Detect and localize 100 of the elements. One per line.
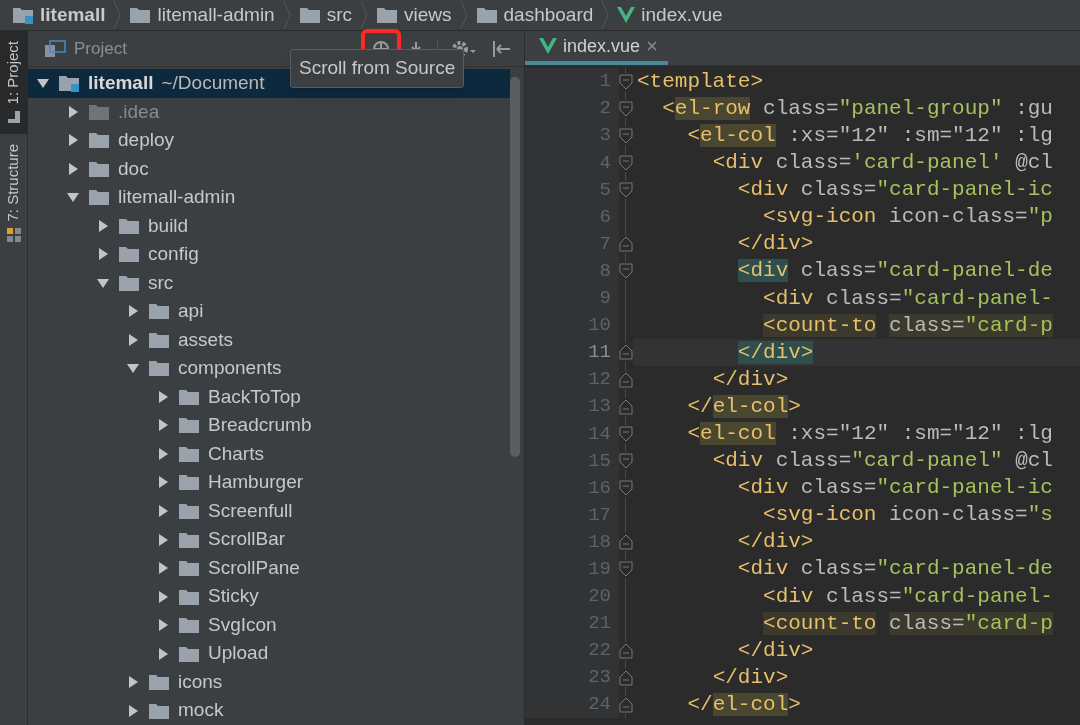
chevron-icon [360,1,368,29]
scrollbar-thumb[interactable] [510,77,520,457]
fold-marker-icon[interactable] [619,235,633,254]
tree-row[interactable]: ScrollBar [28,525,510,554]
fold-marker-icon[interactable] [619,262,633,281]
collapsed-arrow-icon[interactable] [66,104,80,119]
breadcrumb-item[interactable]: views [376,0,452,30]
fold-marker-icon[interactable] [619,343,633,362]
code-line: <svg-icon icon-class="p [762,204,1053,231]
fold-marker-icon[interactable] [619,424,633,443]
fold-marker-icon[interactable] [619,397,633,416]
tree-row[interactable]: components [28,354,510,383]
tool-window-tab[interactable]: 7: Structure [0,134,27,252]
structure-icon [6,227,21,242]
collapsed-arrow-icon[interactable] [156,589,170,604]
collapsed-arrow-icon[interactable] [156,532,170,547]
tree-label: deploy [118,128,174,153]
tree-label: .idea [118,99,160,124]
collapsed-arrow-icon[interactable] [66,133,80,148]
fold-marker-icon[interactable] [619,478,633,497]
tree-row[interactable]: api [28,297,510,326]
fold-marker-icon[interactable] [619,72,633,91]
collapsed-arrow-icon[interactable] [96,218,110,233]
code-line: <el-col :xs="12" :sm="12" :lg [686,122,1053,149]
collapsed-arrow-icon[interactable] [156,389,170,404]
tree-label: BackToTop [208,384,301,409]
code-line: </div> [736,637,814,664]
fold-marker-icon[interactable] [619,533,633,552]
tree-row[interactable]: assets [28,325,510,355]
project-view-icon [44,39,66,58]
tree-label: icons [178,669,223,694]
tool-window-tab[interactable]: 1: Project [0,31,27,135]
code-line: </el-col> [686,691,801,718]
collapsed-arrow-icon[interactable] [126,332,140,347]
collapsed-arrow-icon[interactable] [156,561,170,575]
line-number: 11 [588,340,611,366]
tree-row[interactable]: Upload [28,639,510,668]
tree-label: Breadcrumb [208,413,312,438]
code-line: </div> [711,664,789,691]
tree-row[interactable]: Screenfull [28,496,510,526]
tree-label: ScrollBar [208,527,286,552]
fold-marker-icon[interactable] [619,180,633,199]
breadcrumb-item[interactable]: litemall [12,0,106,30]
collapsed-arrow-icon[interactable] [156,475,170,490]
code-line: </div> [711,366,789,393]
collapsed-arrow-icon[interactable] [156,618,170,633]
collapsed-arrow-icon[interactable] [126,703,140,718]
tree-row[interactable]: icons [28,667,510,697]
code-line: <template> [636,68,764,95]
code-line: <count-to class="card-p [762,610,1053,637]
tree-row[interactable]: doc [28,154,510,184]
tree-row[interactable]: BackToTop [28,382,510,412]
tree-row[interactable]: config [28,240,510,269]
tree-row[interactable]: Hamburger [28,468,510,497]
tree-label: build [148,213,189,238]
code-line: <div class="card-panel" @cl [711,448,1053,475]
tree-row[interactable]: litemall-admin [28,183,510,212]
fold-marker-icon[interactable] [619,451,633,470]
code-line: </el-col> [686,393,801,420]
collapsed-arrow-icon[interactable] [156,446,170,461]
breadcrumb-item[interactable]: litemall-admin [129,0,275,30]
tree-row[interactable]: mock [28,696,510,725]
tree-row[interactable]: build [28,211,510,241]
tree-label: mock [178,698,224,723]
close-icon[interactable] [646,40,659,52]
tree-row[interactable]: Charts [28,439,510,469]
tree-row[interactable]: src [28,268,510,298]
collapsed-arrow-icon[interactable] [126,675,140,690]
chevron-icon [459,1,468,29]
fold-marker-icon[interactable] [619,153,633,172]
tree-label: assets [178,327,233,352]
tree-label: Charts [208,441,264,466]
fold-marker-icon[interactable] [619,99,633,118]
tree-row[interactable]: Breadcrumb [28,411,510,440]
fold-marker-icon[interactable] [619,695,633,714]
breadcrumb-item[interactable]: dashboard [475,0,594,30]
code-line: <div class="card-panel- [762,285,1053,312]
breadcrumb-item[interactable]: index.vue [617,0,723,30]
tree-row[interactable]: SvgIcon [28,610,510,640]
collapsed-arrow-icon[interactable] [156,418,170,433]
fold-marker-icon[interactable] [619,560,633,579]
fold-marker-icon[interactable] [619,126,633,145]
collapsed-arrow-icon[interactable] [126,304,140,319]
panel-title[interactable]: Project [74,35,127,62]
collapsed-arrow-icon[interactable] [66,161,80,176]
collapsed-arrow-icon[interactable] [96,247,110,262]
collapsed-arrow-icon[interactable] [156,504,170,518]
fold-marker-icon[interactable] [619,641,633,660]
tree-row[interactable]: ScrollPane [28,553,510,583]
tree-row[interactable]: deploy [28,126,510,155]
tree-row[interactable]: Sticky [28,582,510,611]
tree-label: Hamburger [208,470,304,495]
collapsed-arrow-icon[interactable] [156,646,170,661]
code-line: <div class="card-panel-de [736,556,1053,583]
fold-marker-icon[interactable] [619,668,633,687]
fold-marker-icon[interactable] [619,370,633,389]
breadcrumb-item[interactable]: src [298,0,352,30]
vue-logo-icon [539,38,557,54]
tree-label: SvgIcon [208,612,277,637]
hide-panel-icon[interactable] [492,38,512,59]
